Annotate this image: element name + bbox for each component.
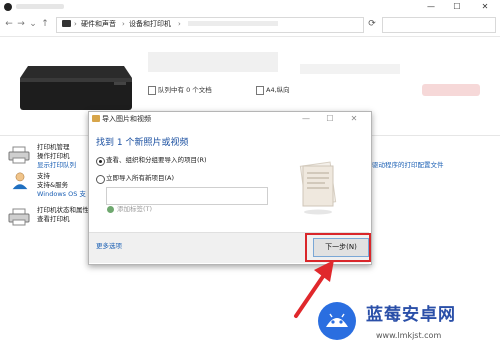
- operate-printer-label: 操作打印机: [37, 152, 70, 160]
- watermark-logo-icon: [318, 302, 356, 340]
- app-icon: [4, 3, 12, 11]
- driver-config-link[interactable]: 驱动程序的打印配置文件: [372, 161, 444, 170]
- support-services-label: 支持&服务: [37, 181, 69, 189]
- breadcrumb-hardware-sound[interactable]: 硬件和声音: [81, 19, 116, 29]
- tag-input[interactable]: [106, 187, 268, 205]
- printer-manage-label: 打印机管理: [37, 143, 70, 151]
- radio-import-all[interactable]: [96, 175, 105, 184]
- show-queue-link[interactable]: 显示打印队列: [37, 161, 76, 170]
- printer-icon: [8, 146, 30, 164]
- watermark-url: www.lmkjst.com: [376, 331, 442, 340]
- windows-os-link[interactable]: Windows OS 支: [37, 190, 86, 199]
- radio-selected-dot: [99, 160, 102, 163]
- dialog-title: 导入图片和视频: [102, 115, 151, 123]
- search-input[interactable]: [382, 17, 496, 33]
- add-tag-button[interactable]: 添加标签(T): [117, 205, 152, 214]
- paper-size: A4,纵向: [266, 86, 290, 94]
- view-printer-label: 查看打印机: [37, 215, 70, 223]
- breadcrumb-separator: ›: [178, 20, 181, 28]
- blurred-title: [16, 4, 64, 9]
- breadcrumb-devices-printers[interactable]: 设备和打印机: [129, 19, 171, 29]
- printer-image: [20, 66, 132, 110]
- dialog-close-button[interactable]: ✕: [344, 113, 364, 124]
- photo-preview-icon: [299, 161, 337, 215]
- breadcrumb-separator: ›: [122, 20, 125, 28]
- option-review-label[interactable]: 查看、组织和分组要导入的项目(R): [106, 156, 207, 165]
- back-arrow-icon[interactable]: ←: [4, 19, 14, 29]
- import-photos-icon: [92, 115, 100, 122]
- radio-review-items[interactable]: [96, 157, 105, 166]
- option-import-all-label[interactable]: 立即导入所有新项目(A): [106, 174, 174, 183]
- watermark-title: 蓝莓安卓网: [366, 305, 456, 325]
- printer-status-label: 打印机状态和属性: [37, 206, 89, 214]
- blurred-info: [300, 64, 400, 74]
- maximize-button[interactable]: ☐: [446, 1, 468, 13]
- add-tag-icon: [107, 206, 114, 213]
- blurred-breadcrumb: [188, 21, 278, 26]
- up-arrow-icon[interactable]: ↑: [40, 19, 50, 29]
- support-label: 支持: [37, 172, 50, 180]
- support-person-icon: [12, 172, 28, 190]
- queue-icon: [148, 86, 156, 95]
- dialog-minimize-button[interactable]: —: [296, 113, 316, 124]
- minimize-button[interactable]: —: [420, 1, 442, 13]
- devices-icon: [62, 20, 71, 27]
- history-chevron-icon[interactable]: ⌄: [28, 19, 38, 29]
- breadcrumb-separator: ›: [74, 20, 77, 28]
- blurred-device-name: [148, 52, 278, 72]
- close-button[interactable]: ✕: [474, 1, 496, 13]
- printer-status-icon: [8, 208, 30, 226]
- queue-status: 队列中有 0 个文档: [158, 86, 212, 94]
- refresh-icon[interactable]: ⟳: [366, 18, 378, 30]
- blurred-badge: [422, 84, 480, 96]
- forward-arrow-icon[interactable]: →: [16, 19, 26, 29]
- dialog-heading: 找到 1 个新照片或视频: [96, 138, 189, 148]
- paper-icon: [256, 86, 264, 95]
- more-options-link[interactable]: 更多选项: [96, 242, 122, 251]
- dialog-maximize-button[interactable]: ☐: [320, 113, 340, 124]
